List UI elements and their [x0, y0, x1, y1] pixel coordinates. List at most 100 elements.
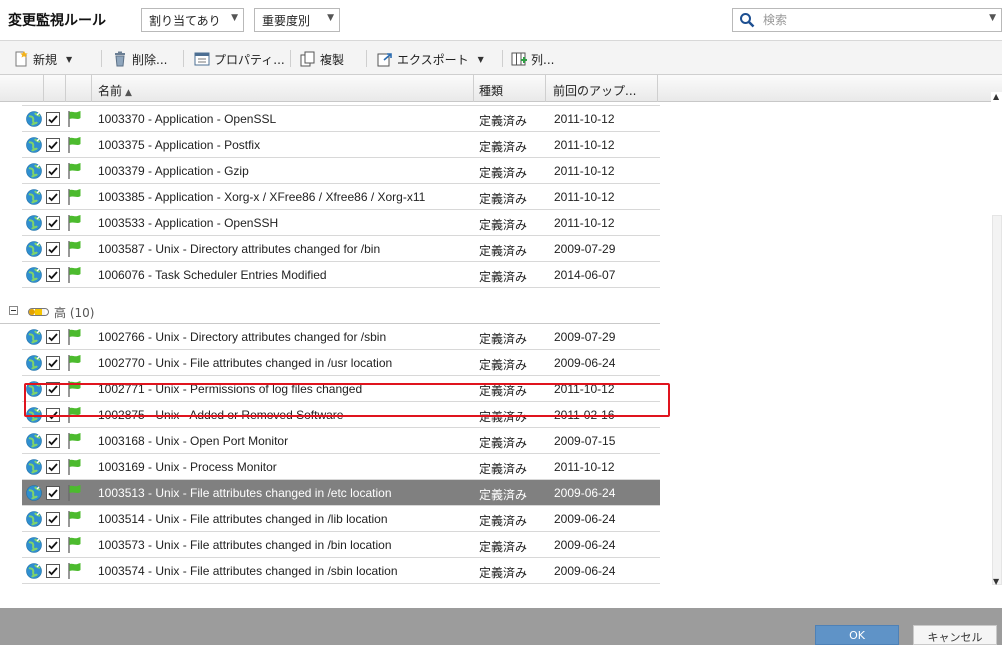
ok-button[interactable]: OK: [815, 625, 899, 645]
search-options-chevron-icon[interactable]: ▼: [989, 13, 996, 23]
rule-name: 1002770 - Unix - File attributes changed…: [98, 356, 393, 370]
table-row[interactable]: 1002771 - Unix - Permissions of log file…: [22, 376, 660, 402]
search-input[interactable]: [763, 12, 963, 28]
severity-filter-dropdown[interactable]: 重要度別 ▼: [254, 8, 340, 32]
rule-assigned-checkbox[interactable]: [46, 242, 60, 256]
rule-assigned-checkbox[interactable]: [46, 268, 60, 282]
rule-type: 定義済み: [479, 436, 528, 450]
rule-assigned-checkbox[interactable]: [46, 382, 60, 396]
delete-button[interactable]: 削除...: [112, 49, 167, 69]
green-flag-icon: [66, 510, 84, 528]
export-button[interactable]: エクスポート ▼: [377, 49, 484, 69]
column-header-last-update[interactable]: 前回のアップ...: [546, 75, 658, 102]
table-row[interactable]: 1003574 - Unix - File attributes changed…: [22, 558, 660, 584]
table-row[interactable]: 1003533 - Application - OpenSSH 定義済み 2011-…: [22, 210, 660, 236]
rule-name: 1003370 - Application - OpenSSL: [98, 112, 277, 126]
rule-assigned-checkbox[interactable]: [46, 408, 60, 422]
rule-globe-icon: [26, 215, 42, 231]
chevron-down-icon: ▼: [327, 13, 334, 23]
green-flag-icon: [66, 188, 84, 206]
green-flag-icon: [66, 240, 84, 258]
table-row[interactable]: 1006076 - Task Scheduler Entries Modifie…: [22, 262, 660, 288]
trash-icon: [115, 51, 125, 67]
collapse-toggle-icon[interactable]: [9, 306, 18, 315]
green-flag-icon: [66, 328, 84, 346]
table-row[interactable]: 1003587 - Unix - Directory attributes ch…: [22, 236, 660, 262]
table-row[interactable]: 1002770 - Unix - File attributes changed…: [22, 350, 660, 376]
properties-button[interactable]: プロパティ...: [194, 49, 285, 69]
rule-globe-icon: [26, 459, 42, 475]
toolbar-divider: [183, 50, 184, 67]
rule-type: 定義済み: [479, 218, 528, 232]
green-flag-icon: [66, 432, 84, 450]
green-flag-icon: [66, 162, 84, 180]
duplicate-button[interactable]: 複製: [300, 49, 344, 69]
columns-button[interactable]: 列...: [511, 49, 554, 69]
rule-assigned-checkbox[interactable]: [46, 330, 60, 344]
vertical-scrollbar[interactable]: ▲ ▼: [991, 92, 1002, 610]
rule-last-update: 2011-10-12: [554, 138, 615, 152]
table-row[interactable]: 1003514 - Unix - File attributes changed…: [22, 506, 660, 532]
rule-assigned-checkbox[interactable]: [46, 512, 60, 526]
severity-filter-value: 重要度別: [262, 14, 311, 28]
scroll-down-icon[interactable]: ▼: [993, 577, 999, 586]
column-header-flag[interactable]: [66, 75, 92, 102]
table-row-selected[interactable]: 1003513 - Unix - File attributes changed…: [22, 480, 660, 506]
rule-last-update: 2011-10-12: [554, 382, 615, 396]
dialog-footer: OK キャンセル: [0, 608, 1002, 645]
rule-name: 1003573 - Unix - File attributes changed…: [98, 538, 392, 552]
rule-globe-icon: [26, 267, 42, 283]
search-box[interactable]: ▼: [732, 8, 1002, 32]
rule-assigned-checkbox[interactable]: [46, 434, 60, 448]
columns-button-label: 列...: [531, 52, 555, 67]
table-row[interactable]: 1003385 - Application - Xorg-x / XFree86…: [22, 184, 660, 210]
scrollbar-thumb[interactable]: [992, 215, 1002, 585]
rule-list[interactable]: 高 (10) 1003370 - Application - OpenSSL 定義…: [0, 102, 1002, 608]
rule-assigned-checkbox[interactable]: [46, 164, 60, 178]
cancel-button[interactable]: キャンセル: [913, 625, 997, 645]
group-header-high[interactable]: 高 (10): [0, 298, 660, 324]
export-button-label: エクスポート: [397, 52, 469, 67]
column-header-checkbox[interactable]: [44, 75, 66, 102]
rule-last-update: 2009-06-24: [554, 356, 616, 370]
rule-globe-icon: [26, 407, 42, 423]
green-flag-icon: [66, 110, 84, 128]
rule-assigned-checkbox[interactable]: [46, 460, 60, 474]
table-row[interactable]: 1002766 - Unix - Directory attributes ch…: [22, 324, 660, 350]
rule-name: 1006076 - Task Scheduler Entries Modifie…: [98, 268, 327, 282]
rule-assigned-checkbox[interactable]: [46, 564, 60, 578]
new-button-label: 新規: [33, 52, 58, 67]
rule-type: 定義済み: [479, 166, 528, 180]
rule-name: 1003375 - Application - Postfix: [98, 138, 261, 152]
green-flag-icon: [66, 136, 84, 154]
assignment-filter-dropdown[interactable]: 割り当てあり ▼: [141, 8, 244, 32]
table-row[interactable]: 1003379 - Application - Gzip 定義済み 2011-10-…: [22, 158, 660, 184]
table-row[interactable]: 1002875 - Unix - Added or Removed Softwa…: [22, 402, 660, 428]
new-button[interactable]: 新規 ▼: [13, 49, 72, 69]
rule-last-update: 2009-07-29: [554, 330, 616, 344]
column-header-name-label: 名前: [98, 84, 123, 98]
rule-assigned-checkbox[interactable]: [46, 538, 60, 552]
column-header-type[interactable]: 種類: [474, 75, 546, 102]
rule-assigned-checkbox[interactable]: [46, 486, 60, 500]
table-row[interactable]: 1003370 - Application - OpenSSL 定義済み 2011-…: [22, 106, 660, 132]
toolbar-divider: [502, 50, 503, 67]
scroll-up-icon[interactable]: ▲: [993, 92, 999, 101]
table-row[interactable]: 1003168 - Unix - Open Port Monitor 定義済み 20…: [22, 428, 660, 454]
column-header-name[interactable]: 名前 ▲: [92, 75, 474, 102]
rule-assigned-checkbox[interactable]: [46, 190, 60, 204]
rule-type: 定義済み: [479, 192, 528, 206]
rule-type: 定義済み: [479, 540, 528, 554]
rule-name: 1003169 - Unix - Process Monitor: [98, 460, 277, 474]
chevron-down-icon: ▼: [477, 54, 484, 64]
rule-assigned-checkbox[interactable]: [46, 216, 60, 230]
table-row[interactable]: 1003169 - Unix - Process Monitor 定義済み 2011…: [22, 454, 660, 480]
toolbar-divider: [101, 50, 102, 67]
rule-assigned-checkbox[interactable]: [46, 138, 60, 152]
rule-globe-icon: [26, 329, 42, 345]
rule-assigned-checkbox[interactable]: [46, 112, 60, 126]
table-row[interactable]: 1003573 - Unix - File attributes changed…: [22, 532, 660, 558]
rule-assigned-checkbox[interactable]: [46, 356, 60, 370]
table-row[interactable]: 1003375 - Application - Postfix 定義済み 2011-…: [22, 132, 660, 158]
rule-type: 定義済み: [479, 462, 528, 476]
